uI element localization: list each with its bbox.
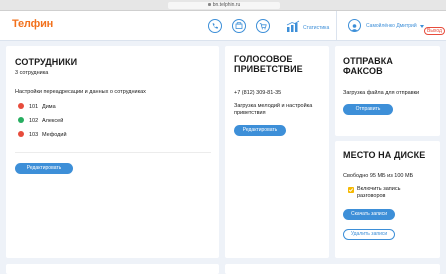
address-bar[interactable]: bn.telphin.ru — [168, 2, 280, 9]
employee-row[interactable]: 103 Мефодий — [18, 131, 67, 139]
employees-edit-button[interactable]: Редактировать — [15, 163, 73, 174]
record-checkbox[interactable] — [348, 187, 354, 193]
divider — [15, 152, 211, 153]
chart-icon — [286, 20, 300, 32]
greeting-desc-line1: Загрузка мелодий и настройка — [234, 103, 313, 109]
bottom-card-right — [225, 264, 440, 274]
fax-send-button[interactable]: Отправить — [343, 104, 393, 115]
employee-number: 103 — [29, 132, 39, 138]
record-label-line2: разговоров — [357, 193, 386, 199]
checkmark-icon — [348, 188, 354, 192]
fax-title-line1: ОТПРАВКА — [343, 56, 393, 66]
statistics-label: Статистика — [303, 25, 330, 31]
phone-icon[interactable] — [208, 19, 222, 33]
greeting-desc-line2: приветствия — [234, 110, 266, 116]
user-name: Самойлёнко Дмитрий — [366, 23, 417, 29]
lock-icon — [207, 3, 211, 7]
record-label-line1: Включить запись — [357, 186, 401, 192]
disk-free-space: Свободно 95 МБ из 100 МБ — [343, 173, 414, 179]
employees-description: Настройки переадресации и данных о сотру… — [15, 89, 146, 95]
status-dot — [18, 103, 24, 110]
fax-title-line2: ФАКСОВ — [343, 66, 383, 76]
employees-card: СОТРУДНИКИ 3 сотрудника Настройки переад… — [6, 46, 219, 258]
fax-icon[interactable] — [232, 19, 246, 33]
disk-card: МЕСТО НА ДИСКЕ Свободно 95 МБ из 100 МБ … — [335, 141, 440, 258]
greeting-edit-button[interactable]: Редактировать — [234, 125, 286, 136]
disk-title: МЕСТО НА ДИСКЕ — [343, 150, 426, 160]
employee-number: 102 — [29, 118, 39, 124]
greeting-title-line1: ГОЛОСОВОЕ — [234, 54, 293, 64]
user-avatar-icon — [348, 19, 361, 32]
employees-title: СОТРУДНИКИ — [15, 57, 78, 67]
browser-toolbar: bn.telphin.ru — [0, 0, 446, 11]
employee-row[interactable]: 101 Дима — [18, 103, 56, 111]
employee-row[interactable]: 102 Алексей — [18, 117, 63, 125]
header-divider — [336, 11, 337, 41]
download-records-button[interactable]: Скачать записи — [343, 209, 395, 220]
fax-description: Загрузка файла для отправки — [343, 90, 420, 96]
bottom-card-left — [6, 264, 219, 274]
delete-records-button[interactable]: Удалить записи — [343, 229, 395, 240]
status-dot — [18, 117, 24, 124]
app-header: Телфин Статистика Самойлёнко Дмитрий Вых… — [0, 11, 446, 41]
greeting-card: ГОЛОСОВОЕ ПРИВЕТСТВИЕ +7 (812) 309-81-35… — [225, 46, 329, 258]
greeting-title-line2: ПРИВЕТСТВИЕ — [234, 64, 303, 74]
telphin-logo[interactable]: Телфин — [12, 18, 53, 30]
status-dot — [18, 131, 24, 138]
employee-name: Мефодий — [42, 132, 67, 138]
employees-count: 3 сотрудника — [15, 70, 49, 76]
chevron-down-icon — [420, 25, 424, 28]
greeting-phone: +7 (812) 309-81-35 — [234, 90, 282, 96]
logout-button[interactable]: Выход — [424, 27, 445, 35]
fax-card: ОТПРАВКА ФАКСОВ Загрузка файла для отпра… — [335, 46, 440, 136]
employee-name: Алексей — [42, 118, 64, 124]
address-text: bn.telphin.ru — [212, 2, 241, 8]
employee-name: Дима — [42, 104, 56, 110]
cart-icon[interactable] — [256, 19, 270, 33]
employee-number: 101 — [29, 104, 39, 110]
